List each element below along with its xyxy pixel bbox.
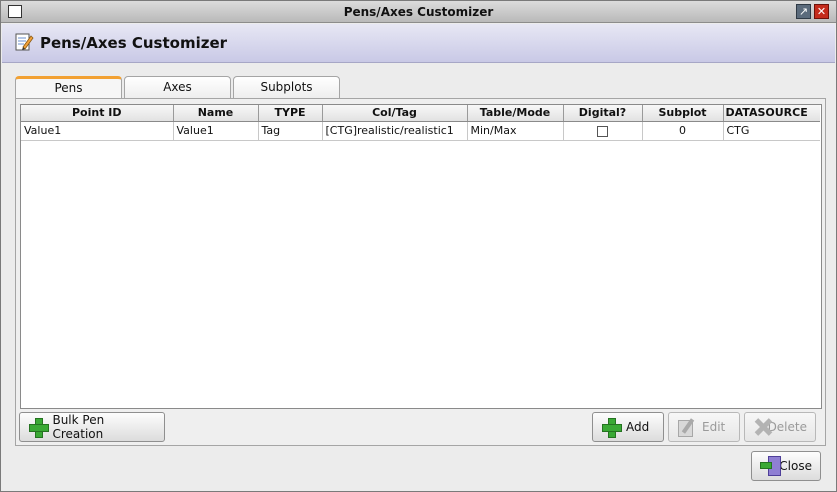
column-header-type[interactable]: TYPE [258, 105, 323, 122]
pens-axes-customizer-window: Pens/Axes Customizer ↗ ✕ Pens/Axes Custo… [0, 0, 837, 492]
column-header-digital[interactable]: Digital? [563, 105, 643, 122]
delete-button[interactable]: Delete [744, 412, 816, 442]
cell-digital [563, 121, 643, 141]
pens-tab-panel: Point ID Name TYPE Col/Tag Table/Mode Di… [15, 98, 826, 446]
table-row[interactable]: Value1 Value1 Tag [CTG]realistic/realist… [21, 121, 820, 141]
cell-type[interactable]: Tag [258, 121, 323, 141]
exit-door-icon [760, 455, 781, 477]
cell-subplot[interactable]: 0 [642, 121, 724, 141]
add-button[interactable]: Add [592, 412, 664, 442]
tab-axes[interactable]: Axes [124, 76, 231, 99]
dialog-header: Pens/Axes Customizer [2, 24, 835, 63]
column-header-subplot[interactable]: Subplot [642, 105, 724, 122]
table-header-row: Point ID Name TYPE Col/Tag Table/Mode Di… [21, 105, 820, 122]
delete-label: Delete [767, 420, 807, 434]
add-plus-icon [28, 417, 50, 438]
column-header-point-id[interactable]: Point ID [21, 105, 174, 122]
restore-icon: ↗ [798, 5, 809, 18]
tab-subplots[interactable]: Subplots [233, 76, 340, 99]
close-window-button[interactable]: ✕ [814, 4, 829, 19]
digital-checkbox[interactable] [597, 125, 608, 137]
cell-name[interactable]: Value1 [173, 121, 259, 141]
edit-button[interactable]: Edit [668, 412, 740, 442]
add-label: Add [626, 420, 650, 434]
cell-point-id[interactable]: Value1 [21, 121, 174, 141]
title-bar[interactable]: Pens/Axes Customizer ↗ ✕ [1, 1, 836, 23]
add-plus-icon [601, 417, 622, 438]
restore-button[interactable]: ↗ [796, 4, 811, 19]
column-header-col-tag[interactable]: Col/Tag [322, 105, 468, 122]
cell-col-tag[interactable]: [CTG]realistic/realistic1 [322, 121, 468, 141]
cell-datasource[interactable]: CTG [723, 121, 820, 141]
edit-label: Edit [702, 420, 726, 434]
close-icon: ✕ [816, 5, 827, 18]
column-header-datasource[interactable]: DATASOURCE [723, 105, 820, 122]
window-title: Pens/Axes Customizer [343, 5, 494, 19]
column-header-name[interactable]: Name [173, 105, 259, 122]
pens-table[interactable]: Point ID Name TYPE Col/Tag Table/Mode Di… [20, 104, 822, 409]
bulk-pen-creation-button[interactable]: Bulk Pen Creation [19, 412, 165, 442]
bulk-pen-creation-label: Bulk Pen Creation [52, 413, 105, 441]
cell-table-mode[interactable]: Min/Max [467, 121, 564, 141]
tab-pens[interactable]: Pens [15, 76, 122, 100]
close-label: Close [779, 459, 812, 473]
dialog-title: Pens/Axes Customizer [40, 34, 228, 52]
edit-icon [677, 417, 697, 437]
delete-x-icon [753, 417, 763, 437]
edit-note-icon [15, 33, 34, 51]
close-button[interactable]: Close [751, 451, 821, 481]
column-header-table-mode[interactable]: Table/Mode [467, 105, 564, 122]
